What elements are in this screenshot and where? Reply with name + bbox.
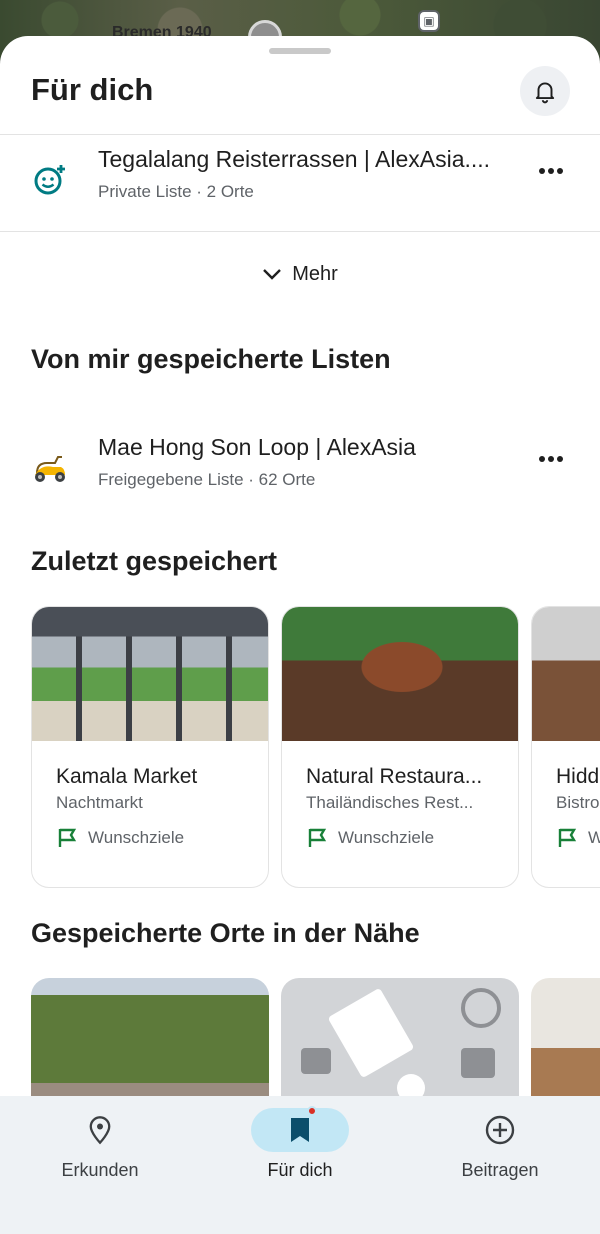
nav-pill — [451, 1108, 549, 1152]
list-subtitle: Freigegebene Liste · 62 Orte — [98, 470, 316, 489]
place-photo — [32, 607, 268, 741]
bell-icon — [535, 82, 555, 104]
place-card[interactable]: Kamala Market Nachtmarkt Wunschziele — [31, 606, 269, 888]
flag-icon — [558, 828, 577, 847]
location-pin-icon — [89, 1116, 111, 1145]
nav-label: Für dich — [267, 1160, 333, 1180]
nav-contribute[interactable]: Beitragen — [400, 1096, 600, 1206]
place-type: Thailändisches Rest... — [306, 793, 474, 812]
saved-lists-title: Von mir gespeicherte Listen — [31, 344, 391, 374]
bottom-sheet: Für dich Tegalalang Reisterrassen | Alex… — [0, 36, 600, 1234]
place-name: Kamala Market — [56, 765, 198, 788]
more-options-icon[interactable] — [530, 156, 572, 186]
nav-pill-active — [251, 1106, 349, 1152]
place-card[interactable]: Hidd Bistro W — [531, 606, 600, 888]
list-title: Mae Hong Son Loop | AlexAsia — [98, 434, 416, 460]
place-photo — [532, 607, 600, 741]
divider — [0, 134, 600, 135]
chevron-down-icon — [263, 269, 282, 280]
list-tag-label: Wunschziele — [338, 828, 435, 847]
nav-for-you[interactable]: Für dich — [200, 1096, 400, 1206]
transit-icon[interactable]: ▣ — [418, 10, 440, 32]
nav-pill — [51, 1108, 149, 1152]
notifications-button[interactable] — [520, 66, 570, 116]
place-photo — [282, 607, 518, 741]
more-button[interactable]: Mehr — [0, 256, 600, 292]
place-type: Nachtmarkt — [56, 793, 143, 812]
page-title: Für dich — [31, 72, 154, 107]
list-tag: Wunschziele — [56, 827, 184, 849]
list-tag-label: Wunschziele — [88, 828, 185, 847]
flag-icon — [308, 828, 327, 847]
list-title: Tegalalang Reisterrassen | AlexAsia.... — [98, 146, 491, 172]
more-label: Mehr — [292, 262, 338, 285]
scooter-icon — [30, 448, 70, 488]
bookmark-icon — [291, 1118, 309, 1142]
flag-icon — [58, 828, 77, 847]
divider — [0, 231, 600, 232]
more-options-icon[interactable] — [530, 444, 572, 474]
recent-title: Zuletzt gespeichert — [31, 546, 278, 576]
nearby-title: Gespeicherte Orte in der Nähe — [31, 918, 420, 948]
recent-carousel[interactable]: Kamala Market Nachtmarkt Wunschziele Nat… — [31, 606, 600, 888]
nav-label: Erkunden — [61, 1160, 139, 1180]
bottom-navigation: Erkunden Für dich Beitragen — [0, 1096, 600, 1234]
place-name: Natural Restaura... — [306, 765, 483, 788]
nav-label: Beitragen — [461, 1160, 539, 1180]
list-tag: W — [556, 827, 600, 849]
sheet-header: Für dich — [0, 64, 600, 134]
nearby-carousel[interactable] — [31, 978, 600, 1118]
list-tag-label: W — [588, 828, 600, 848]
list-item[interactable]: Mae Hong Son Loop | AlexAsia Freigegeben… — [0, 434, 600, 514]
list-subtitle: Private Liste · 2 Orte — [98, 182, 254, 201]
list-item-top[interactable]: Tegalalang Reisterrassen | AlexAsia.... … — [0, 146, 600, 226]
add-circle-icon — [485, 1115, 515, 1145]
list-tag: Wunschziele — [306, 827, 434, 849]
emoji-add-icon — [30, 160, 70, 200]
place-card[interactable]: Natural Restaura... Thailändisches Rest.… — [281, 606, 519, 888]
place-type: Bistro — [556, 793, 600, 812]
nav-explore[interactable]: Erkunden — [0, 1096, 200, 1206]
drag-handle[interactable] — [269, 48, 331, 54]
place-name: Hidd — [556, 765, 600, 788]
notification-dot — [307, 1106, 317, 1116]
